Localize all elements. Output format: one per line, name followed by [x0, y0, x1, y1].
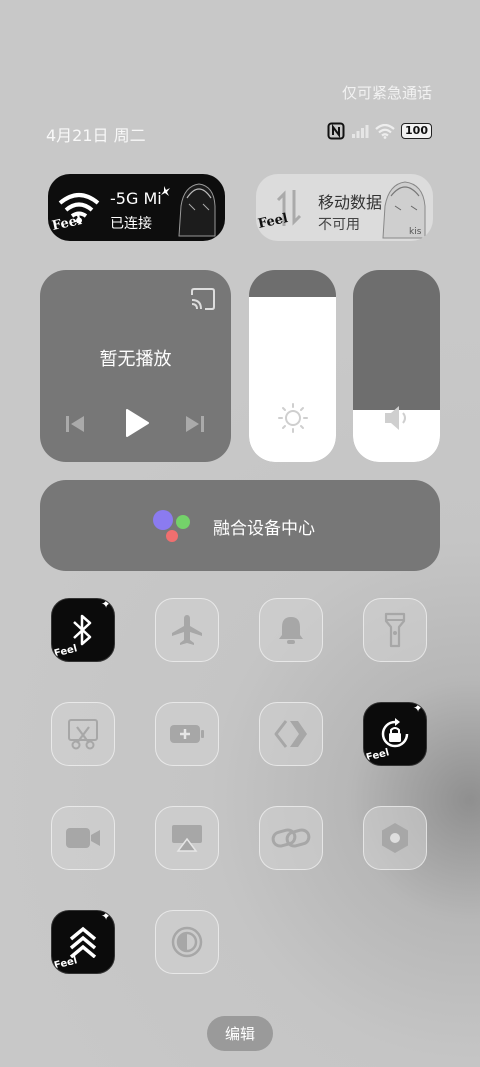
emergency-calls-only: 仅可紧急通话	[341, 84, 432, 102]
flashlight-tile[interactable]	[363, 598, 427, 662]
cast-icon[interactable]	[190, 288, 216, 310]
settings-tile[interactable]	[363, 806, 427, 870]
play-icon[interactable]	[124, 408, 150, 438]
sticker-label: Feel	[256, 211, 290, 232]
hexagon-settings-icon	[382, 823, 408, 853]
bluetooth-icon	[73, 614, 92, 646]
screen-record-tile[interactable]	[51, 806, 115, 870]
mobile-data-card[interactable]: kis Feel 移动数据 不可用	[256, 174, 433, 241]
volume-slider[interactable]	[353, 270, 440, 462]
wifi-ssid: -5G Mi	[110, 189, 162, 208]
mobile-data-title: 移动数据	[318, 193, 383, 212]
next-track-icon[interactable]	[184, 414, 206, 434]
airplay-icon	[172, 825, 202, 852]
brightness-slider[interactable]	[249, 270, 336, 462]
media-player[interactable]: 暂无播放	[40, 270, 231, 462]
media-title: 暂无播放	[99, 349, 172, 370]
performance-tile[interactable]: ✦ Feel	[51, 910, 115, 974]
link-tile[interactable]	[259, 806, 323, 870]
scissors-icon	[68, 719, 98, 750]
chevrons-up-icon	[69, 926, 97, 958]
bluetooth-tile[interactable]: ✦ Feel	[51, 598, 115, 662]
dark-mode-icon	[171, 926, 203, 958]
previous-track-icon[interactable]	[64, 414, 86, 434]
sticker-label: Feel	[50, 213, 84, 234]
dark-mode-tile[interactable]	[155, 910, 219, 974]
anime-character-sticker	[161, 183, 216, 237]
sticker-star: ✦	[100, 910, 111, 923]
battery-icon: 100	[401, 123, 432, 139]
sticker-feel: Feel	[53, 955, 79, 972]
status-icons: 100	[327, 122, 432, 140]
sticker-star: ✦	[100, 598, 111, 611]
video-camera-icon	[66, 828, 100, 848]
fusion-device-center[interactable]: 融合设备中心	[40, 480, 440, 571]
flashlight-icon	[384, 612, 406, 648]
fusion-label: 融合设备中心	[213, 519, 315, 539]
edit-button[interactable]: 编辑	[207, 1016, 273, 1051]
fusion-dots-icon	[153, 510, 190, 542]
nearby-share-tile[interactable]	[259, 702, 323, 766]
link-icon	[271, 828, 311, 848]
date-label: 4月21日 周二	[46, 126, 146, 145]
bell-icon	[279, 617, 303, 644]
screen-cast-tile[interactable]	[155, 806, 219, 870]
mobile-data-status: 不可用	[318, 217, 360, 233]
airplane-icon	[172, 615, 202, 645]
airplane-mode-tile[interactable]	[155, 598, 219, 662]
screenshot-tile[interactable]	[51, 702, 115, 766]
rotation-lock-icon	[381, 718, 409, 748]
brightness-icon	[278, 403, 308, 433]
sticker-star: ✦	[412, 702, 423, 715]
wifi-status: 已连接	[110, 216, 152, 232]
wifi-icon	[375, 123, 395, 139]
rotation-lock-tile[interactable]: ✦ Feel	[363, 702, 427, 766]
svg-text:kis: kis	[409, 227, 422, 237]
wifi-card[interactable]: Feel -5G Mi 已连接	[48, 174, 225, 241]
signal-icon	[352, 125, 369, 138]
nearby-share-icon	[274, 720, 307, 748]
brightness-level	[249, 296, 336, 462]
battery-saver-tile[interactable]	[155, 702, 219, 766]
mute-tile[interactable]	[259, 598, 323, 662]
sticker-feel: Feel	[365, 747, 391, 764]
nfc-icon	[327, 122, 345, 140]
battery-plus-icon	[170, 725, 204, 743]
speaker-icon	[385, 406, 406, 430]
sticker-feel: Feel	[53, 643, 79, 660]
